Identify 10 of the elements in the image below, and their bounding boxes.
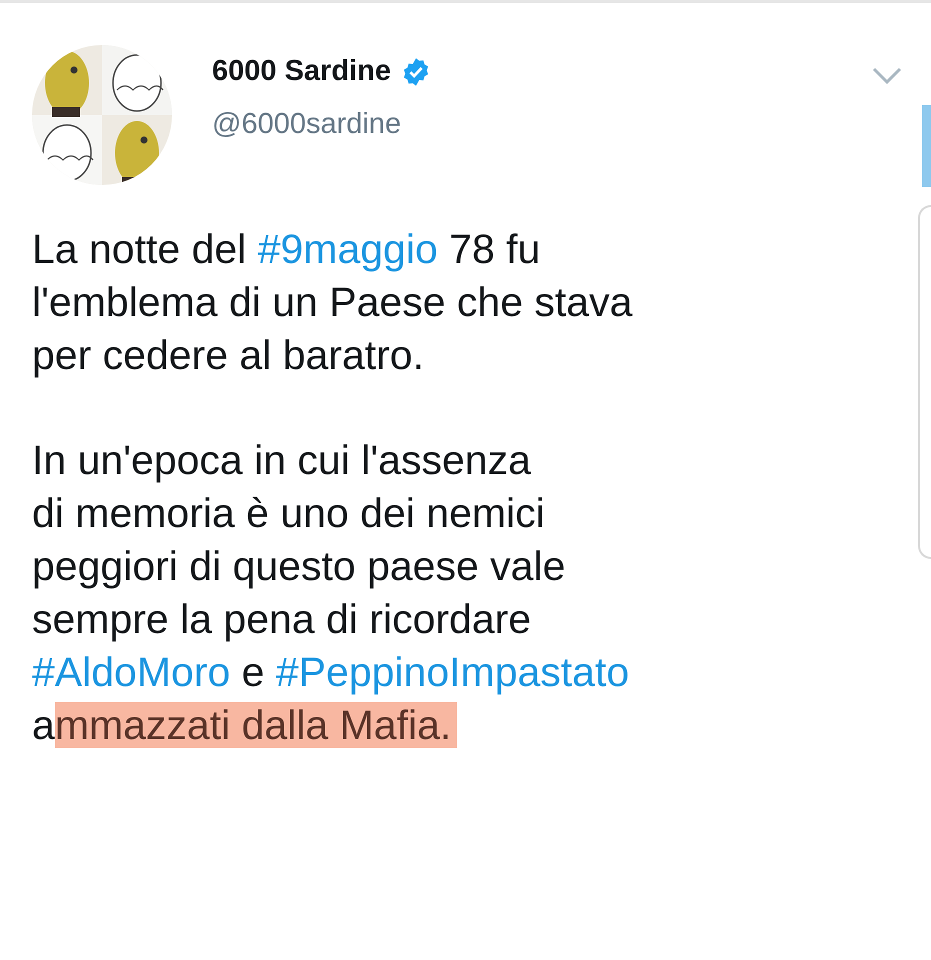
chevron-down-icon[interactable] [872,67,902,85]
scrollbar-thumb[interactable] [922,105,931,187]
hashtag-link[interactable]: #PeppinoImpastato [276,649,630,695]
highlighter-mark: mmazzati dalla Mafia. [54,702,458,748]
hashtag-link[interactable]: #AldoMoro [32,649,230,695]
tweet-paragraph: In un'epoca in cui l'assenza di memoria è uno dei nemici peggiori di questo paese vale sempre la pena di ricordare #AldoMoro e #PeppinoImpastato ammazzati dalla Mafia. [32,436,630,750]
author-handle: @6000sardine [212,108,402,141]
author-name: 6000 Sardine [212,55,391,88]
hashtag-link[interactable]: #9maggio [258,226,438,272]
tweet-paragraph: La notte del #9maggio 78 fu l'emblema di un Paese che stava per cedere al baratro. [32,225,634,380]
